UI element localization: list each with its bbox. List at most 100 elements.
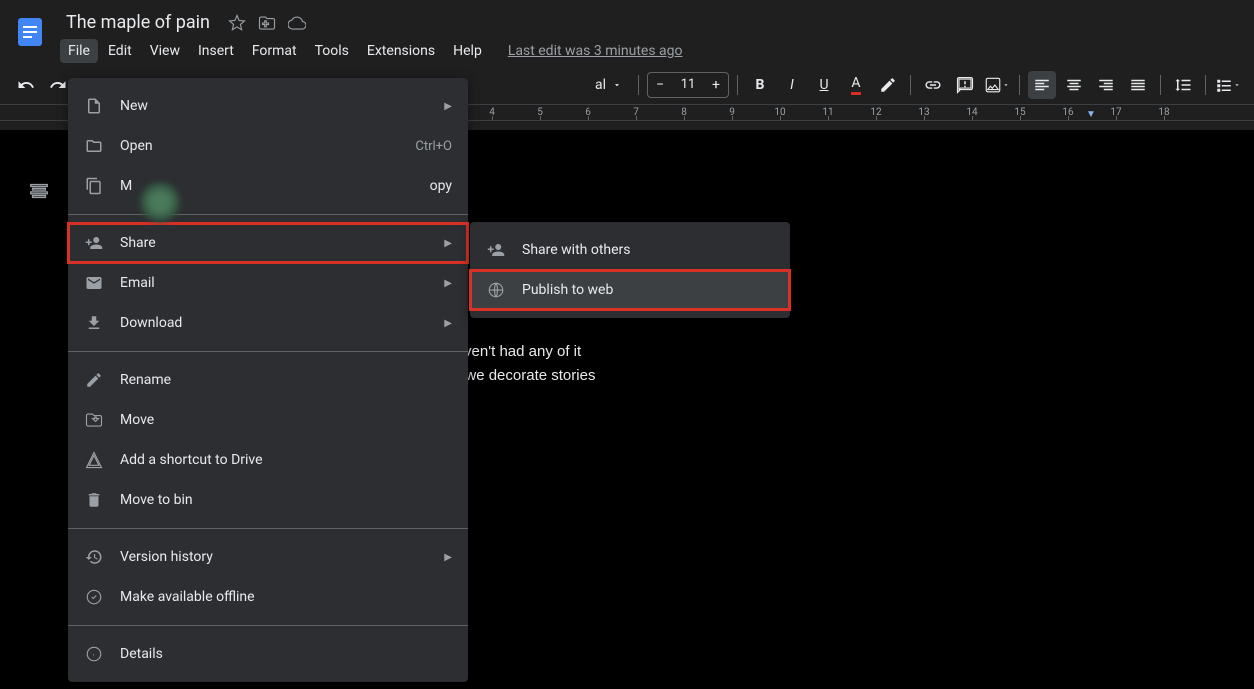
checklist-button[interactable] [1214,71,1242,99]
ruler-mark: 17 [1092,105,1140,120]
chevron-right-icon: ▶ [444,318,452,329]
move-to-folder-icon[interactable] [258,14,276,32]
ruler-mark: 13 [900,105,948,120]
menu-label: Add a shortcut to Drive [120,452,452,468]
ruler-mark: 4 [468,105,516,120]
line-spacing-button[interactable] [1169,71,1197,99]
ruler-mark: 12 [852,105,900,120]
docs-logo[interactable] [12,8,48,56]
outline-toggle-icon[interactable] [28,180,50,206]
avatar-overlay [140,182,180,222]
globe-icon [486,280,506,300]
align-justify-button[interactable] [1124,71,1152,99]
copy-icon [84,176,104,196]
menu-label: Download [120,315,428,331]
edit-icon [84,370,104,390]
menu-label: Share [120,235,428,251]
menu-open[interactable]: Open Ctrl+O [68,126,468,166]
menu-label: Move [120,412,452,428]
menu-make-offline[interactable]: Make available offline [68,577,468,617]
ruler-mark: 6 [564,105,612,120]
text-color-button[interactable]: A [842,71,870,99]
font-size-value[interactable]: 11 [672,77,704,92]
menu-email[interactable]: Email ▶ [68,263,468,303]
doc-title[interactable]: The maple of pain [60,10,216,35]
menu-view[interactable]: View [142,39,188,63]
chevron-right-icon: ▶ [444,552,452,563]
ruler-mark: 10 [756,105,804,120]
link-button[interactable] [919,71,947,99]
chevron-right-icon: ▶ [444,238,452,249]
ruler-mark: 16 [1044,105,1092,120]
menu-share[interactable]: Share ▶ [68,223,468,263]
menu-version-history[interactable]: Version history ▶ [68,537,468,577]
submenu-label: Publish to web [522,282,774,298]
menu-divider [68,351,468,352]
submenu-label: Share with others [522,242,774,258]
image-button[interactable] [983,71,1011,99]
last-edit-link[interactable]: Last edit was 3 minutes ago [508,43,683,59]
menu-format[interactable]: Format [244,39,305,63]
ruler-mark: 15 [996,105,1044,120]
menu-label: Open [120,138,399,154]
menu-shortcut: Ctrl+O [415,139,452,154]
align-center-button[interactable] [1060,71,1088,99]
menu-extensions[interactable]: Extensions [359,39,443,63]
submenu-publish-web[interactable]: Publish to web [470,270,790,310]
chevron-right-icon: ▶ [444,101,452,112]
menu-divider [68,625,468,626]
menu-details[interactable]: Details [68,634,468,674]
paragraph-style-select[interactable]: al [587,71,630,99]
person-add-icon [84,233,104,253]
menu-rename[interactable]: Rename [68,360,468,400]
comment-button[interactable] [951,71,979,99]
align-left-button[interactable] [1028,71,1056,99]
font-size-decrease[interactable]: − [648,77,672,93]
download-icon [84,313,104,333]
menu-move-to-bin[interactable]: Move to bin [68,480,468,520]
ruler-mark: 5 [516,105,564,120]
ruler-mark: 7 [612,105,660,120]
ruler-indicator[interactable]: ▼ [1086,109,1096,120]
menu-label: New [120,98,428,114]
menu-label-partial: opy [430,178,452,194]
chevron-right-icon: ▶ [444,278,452,289]
menu-make-copy[interactable]: M opy [68,166,468,206]
cloud-status-icon[interactable] [288,14,306,32]
drive-shortcut-icon [84,450,104,470]
file-menu-dropdown: New ▶ Open Ctrl+O M opy Share ▶ Email ▶ … [68,78,468,682]
menu-label: Move to bin [120,492,452,508]
font-size-control[interactable]: − 11 + [647,72,729,98]
menu-add-shortcut[interactable]: Add a shortcut to Drive [68,440,468,480]
menu-new[interactable]: New ▶ [68,86,468,126]
document-icon [84,96,104,116]
star-icon[interactable] [228,14,246,32]
ruler-mark: 11 [804,105,852,120]
underline-button[interactable]: U [810,71,838,99]
info-icon [84,644,104,664]
ruler-mark: 14 [948,105,996,120]
offline-icon [84,587,104,607]
menu-label: Rename [120,372,452,388]
menu-move[interactable]: Move [68,400,468,440]
folder-move-icon [84,410,104,430]
menu-label: Version history [120,549,428,565]
font-size-increase[interactable]: + [704,77,728,93]
align-right-button[interactable] [1092,71,1120,99]
menu-file[interactable]: File [60,39,98,63]
submenu-share-others[interactable]: Share with others [470,230,790,270]
share-submenu: Share with others Publish to web [470,222,790,318]
menu-divider [68,214,468,215]
highlight-button[interactable] [874,71,902,99]
menu-tools[interactable]: Tools [307,39,357,63]
bold-button[interactable]: B [746,71,774,99]
menu-download[interactable]: Download ▶ [68,303,468,343]
menu-help[interactable]: Help [445,39,490,63]
menu-insert[interactable]: Insert [190,39,242,63]
history-icon [84,547,104,567]
menu-label: Details [120,646,452,662]
undo-button[interactable] [12,71,40,99]
menu-edit[interactable]: Edit [100,39,140,63]
menu-divider [68,528,468,529]
italic-button[interactable]: I [778,71,806,99]
